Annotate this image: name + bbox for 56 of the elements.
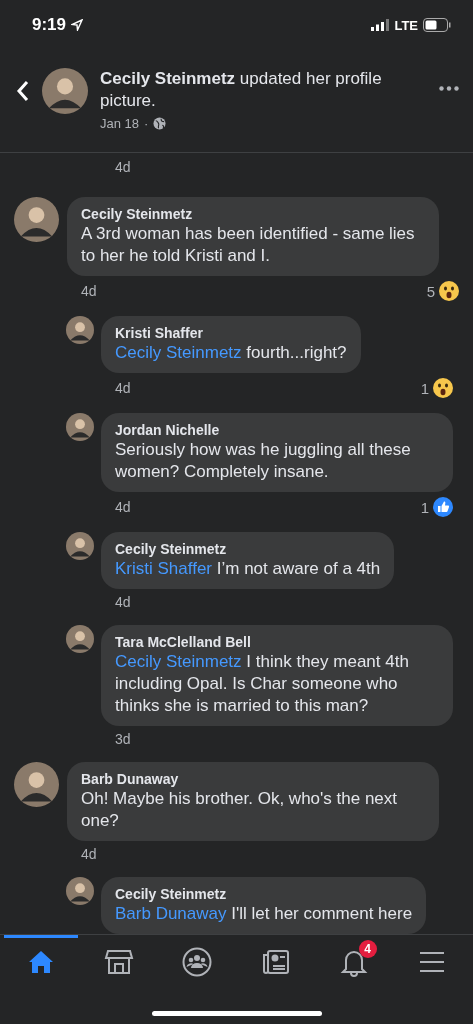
- wow-reaction-icon: [433, 378, 453, 398]
- avatar: [66, 413, 94, 441]
- comment-author: Jordan Nichelle: [115, 421, 221, 439]
- comment-text: Seriously how was he juggling all these women? Completely insane.: [115, 439, 412, 483]
- post-date: Jan 18: [100, 116, 140, 131]
- like-reaction-icon: [433, 497, 453, 517]
- location-arrow-icon: [71, 19, 84, 31]
- separator-dot: ·: [144, 116, 149, 131]
- mention-link[interactable]: Barb Dunaway: [115, 904, 227, 923]
- reaction-count: 5: [426, 282, 435, 300]
- comment-time: 4d: [81, 283, 97, 299]
- shop-icon: [104, 947, 135, 976]
- comment-author: Cecily Steinmetz: [115, 540, 228, 558]
- reaction-count: 1: [420, 498, 429, 516]
- comment-text: Kristi Shaffer I’m not aware of a 4th: [115, 558, 381, 580]
- comment-author: Cecily Steinmetz: [115, 885, 228, 903]
- avatar: [42, 68, 88, 114]
- comment-author: Tara McClelland Bell: [115, 633, 252, 651]
- comment-text: Oh! Maybe his brother. Ok, who's the next one?: [81, 788, 398, 832]
- battery-icon: [423, 18, 451, 32]
- comment-time: 4d: [114, 158, 132, 175]
- notification-badge: 4: [358, 940, 377, 958]
- comment-time: 4d: [115, 380, 131, 396]
- comment-text: A 3rd woman has been identified - same lies to her he told Kristi and I.: [81, 223, 416, 267]
- comment-author: Cecily Steinmetz: [81, 205, 194, 223]
- groups-icon: [182, 946, 213, 977]
- comment-text: Cecily Steinmetz I think they meant 4th including Opal. Is Char someone who thinks she is married to this man?: [115, 651, 410, 717]
- reaction-count: 1: [420, 379, 429, 397]
- back-button[interactable]: [16, 80, 30, 102]
- mention-link[interactable]: Cecily Steinmetz: [115, 343, 242, 362]
- mention-link[interactable]: Cecily Steinmetz: [115, 652, 242, 671]
- comment-time: 4d: [81, 846, 97, 862]
- notifications-tab[interactable]: 4: [316, 935, 391, 985]
- globe-icon: [153, 117, 167, 130]
- comment-time: 3d: [115, 731, 131, 747]
- signal-icon: [371, 19, 390, 31]
- avatar: [66, 316, 94, 344]
- post-title: Cecily Steinmetz updated her profile picture.: [100, 68, 383, 112]
- news-icon: [260, 947, 291, 976]
- comment-text: Cecily Steinmetz fourth...right?: [115, 342, 347, 364]
- status-time: 9:19: [32, 15, 67, 35]
- wow-reaction-icon: [439, 281, 459, 301]
- comment-time: 4d: [115, 594, 131, 610]
- comment-time: 4d: [115, 499, 131, 515]
- comment-author: Barb Dunaway: [81, 770, 180, 788]
- network-type: LTE: [394, 17, 418, 33]
- avatar: [14, 197, 59, 242]
- more-button[interactable]: [439, 86, 459, 91]
- comment-text: Barb Dunaway I'll let her comment here: [115, 903, 413, 925]
- menu-icon: [417, 949, 446, 974]
- avatar: [66, 532, 94, 560]
- avatar: [66, 877, 94, 905]
- avatar: [66, 625, 94, 653]
- comment-author: Kristi Shaffer: [115, 324, 204, 342]
- mention-link[interactable]: Kristi Shaffer: [115, 559, 212, 578]
- avatar: [14, 762, 59, 807]
